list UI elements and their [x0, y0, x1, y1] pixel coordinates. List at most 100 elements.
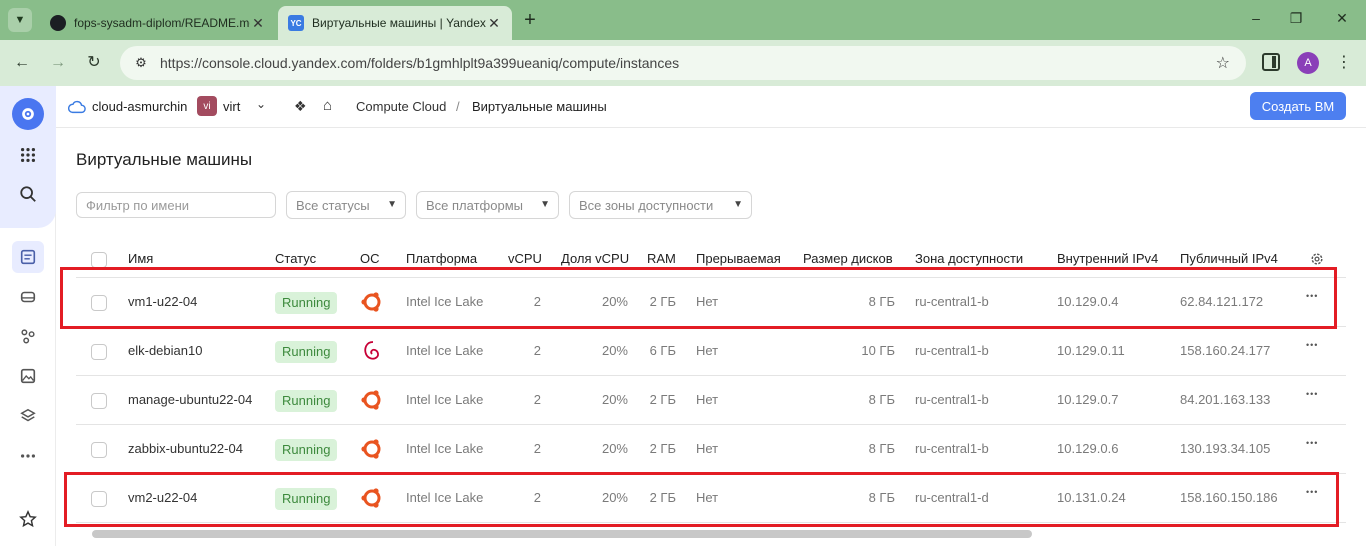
vm-ram: 2 ГБ — [649, 441, 676, 456]
column-header-zone[interactable]: Зона доступности — [915, 251, 1023, 266]
chevron-down-icon: ▼ — [733, 199, 743, 210]
zone-filter-select[interactable]: Все зоны доступности ▼ — [569, 191, 752, 219]
status-badge: Running — [275, 439, 338, 461]
address-bar[interactable]: ⚙ https://console.cloud.yandex.com/folde… — [120, 46, 1246, 80]
column-header-internal-ip[interactable]: Внутренний IPv4 — [1057, 251, 1158, 266]
vm-vcpu: 2 — [533, 441, 541, 456]
cloud-name[interactable]: cloud-asmurchin — [92, 99, 187, 114]
tab-close-icon[interactable]: ✕ — [486, 15, 502, 32]
row-checkbox[interactable] — [91, 442, 107, 458]
status-badge: Running — [275, 390, 338, 412]
layers-icon[interactable] — [12, 400, 44, 432]
search-icon[interactable] — [12, 178, 44, 210]
vm-internal-ip: 10.129.0.11 — [1057, 343, 1125, 358]
status-filter-value: Все статусы — [296, 197, 370, 213]
breadcrumb-current-page: Виртуальные машины — [472, 99, 607, 114]
column-header-vcpu-share[interactable]: Доля vCPU — [561, 251, 629, 266]
chevron-down-icon[interactable]: ⌄ — [256, 97, 266, 111]
home-icon[interactable]: ⌂ — [323, 97, 332, 114]
status-badge: Running — [275, 341, 338, 363]
folder-name[interactable]: virt — [223, 99, 240, 114]
new-tab-plus-icon[interactable]: + — [520, 10, 540, 30]
platform-filter-select[interactable]: Все платформы ▼ — [416, 191, 559, 219]
all-services-grid-icon[interactable] — [12, 139, 44, 171]
vm-platform: Intel Ice Lake — [406, 441, 484, 456]
row-checkbox[interactable] — [91, 344, 107, 360]
table-row[interactable]: Running zabbix-ubuntu22-04 Intel Ice Lake 2… — [76, 425, 1346, 474]
vm-internal-ip: 10.129.0.6 — [1057, 441, 1119, 456]
window-close-icon[interactable]: ✕ — [1332, 10, 1352, 27]
browser-menu-icon[interactable]: ⋮ — [1336, 52, 1352, 72]
tab-close-icon[interactable]: ✕ — [250, 15, 266, 32]
vm-ram: 6 ГБ — [649, 343, 676, 358]
vm-vcpu-share: 20% — [601, 343, 628, 358]
vm-name[interactable]: manage-ubuntu22-04 — [128, 392, 252, 407]
compute-gear-icon[interactable] — [12, 98, 44, 130]
column-header-platform[interactable]: Платформа — [406, 251, 477, 266]
browser-tab-yandex-cloud[interactable]: YC Виртуальные машины | Yandex Cloud ✕ — [278, 6, 512, 40]
table-settings-gear-icon[interactable] — [1309, 251, 1325, 267]
more-dots-icon[interactable] — [12, 440, 44, 472]
folder-badge: vi — [197, 96, 217, 116]
row-actions-menu-icon[interactable]: ••• — [1306, 389, 1318, 399]
browser-tab-strip: ▼ fops-sysadm-diplom/README.md ✕ YC Вирт… — [0, 0, 1366, 40]
profile-avatar[interactable]: A — [1297, 52, 1319, 74]
column-header-vcpu[interactable]: vCPU — [508, 251, 542, 266]
github-icon — [50, 15, 66, 31]
horizontal-scrollbar[interactable] — [92, 530, 1032, 538]
vm-name[interactable]: zabbix-ubuntu22-04 — [128, 441, 243, 456]
zone-filter-value: Все зоны доступности — [579, 197, 714, 213]
row-checkbox[interactable] — [91, 393, 107, 409]
images-icon[interactable] — [12, 360, 44, 392]
column-header-name[interactable]: Имя — [128, 251, 153, 266]
vm-public-ip: 158.160.24.177 — [1180, 343, 1271, 358]
favorites-star-icon[interactable] — [12, 503, 44, 535]
column-header-ram[interactable]: RAM — [647, 251, 676, 266]
vm-zone: ru-central1-b — [915, 441, 989, 456]
url-text[interactable]: https://console.cloud.yandex.com/folders… — [160, 55, 679, 71]
column-header-disk-size[interactable]: Размер дисков — [803, 251, 893, 266]
debian-icon — [359, 338, 385, 364]
create-vm-button[interactable]: Создать ВМ — [1250, 92, 1346, 120]
vm-vcpu: 2 — [533, 343, 541, 358]
placement-groups-icon[interactable] — [12, 320, 44, 352]
vm-public-ip: 130.193.34.105 — [1180, 441, 1271, 456]
column-header-os[interactable]: ОС — [360, 251, 380, 266]
vm-list-icon[interactable] — [12, 241, 44, 273]
forward-arrow-icon[interactable]: → — [47, 52, 69, 74]
highlight-box-vm1 — [60, 267, 1337, 329]
column-header-status[interactable]: Статус — [275, 251, 316, 266]
chevron-down-icon: ▼ — [540, 199, 550, 210]
vm-preemptible: Нет — [696, 441, 719, 456]
service-nodes-icon[interactable]: ❖ — [294, 98, 307, 115]
tab-title: Виртуальные машины | Yandex Cloud — [312, 16, 486, 30]
table-row[interactable]: Running manage-ubuntu22-04 Intel Ice Lake 2… — [76, 376, 1346, 425]
minimize-icon[interactable]: – — [1246, 10, 1266, 26]
row-actions-menu-icon[interactable]: ••• — [1306, 340, 1318, 350]
select-all-checkbox[interactable] — [91, 252, 107, 268]
console-header: cloud-asmurchin vi virt ⌄ ❖ ⌂ Compute Cl… — [56, 86, 1366, 128]
column-header-preemptible[interactable]: Прерываемая — [696, 251, 781, 266]
back-arrow-icon[interactable]: ← — [11, 52, 33, 74]
breadcrumb-compute-cloud[interactable]: Compute Cloud — [356, 99, 446, 114]
status-filter-select[interactable]: Все статусы ▼ — [286, 191, 406, 219]
vm-disk-size: 8 ГБ — [868, 392, 895, 407]
name-filter-input[interactable] — [76, 192, 276, 218]
browser-toolbar: ← → ↻ ⚙ https://console.cloud.yandex.com… — [0, 40, 1366, 86]
restore-icon[interactable]: ❐ — [1286, 10, 1306, 27]
tab-search-chevron-icon[interactable]: ▼ — [8, 8, 32, 32]
bookmark-star-icon[interactable]: ☆ — [1216, 53, 1230, 73]
side-panel-icon[interactable] — [1262, 53, 1280, 71]
table-row[interactable]: Running elk-debian10 Intel Ice Lake 2 20% 6 Г… — [76, 327, 1346, 376]
column-header-public-ip[interactable]: Публичный IPv4 — [1180, 251, 1278, 266]
reload-icon[interactable]: ↻ — [83, 52, 105, 74]
browser-tab-github[interactable]: fops-sysadm-diplom/README.md ✕ — [40, 6, 276, 40]
yandex-cloud-icon: YC — [288, 15, 304, 31]
vm-name[interactable]: elk-debian10 — [128, 343, 202, 358]
cloud-icon — [68, 100, 86, 114]
tab-title: fops-sysadm-diplom/README.md — [74, 16, 250, 30]
site-settings-icon[interactable]: ⚙ — [128, 52, 154, 74]
row-actions-menu-icon[interactable]: ••• — [1306, 438, 1318, 448]
vm-preemptible: Нет — [696, 392, 719, 407]
disk-icon[interactable] — [12, 281, 44, 313]
